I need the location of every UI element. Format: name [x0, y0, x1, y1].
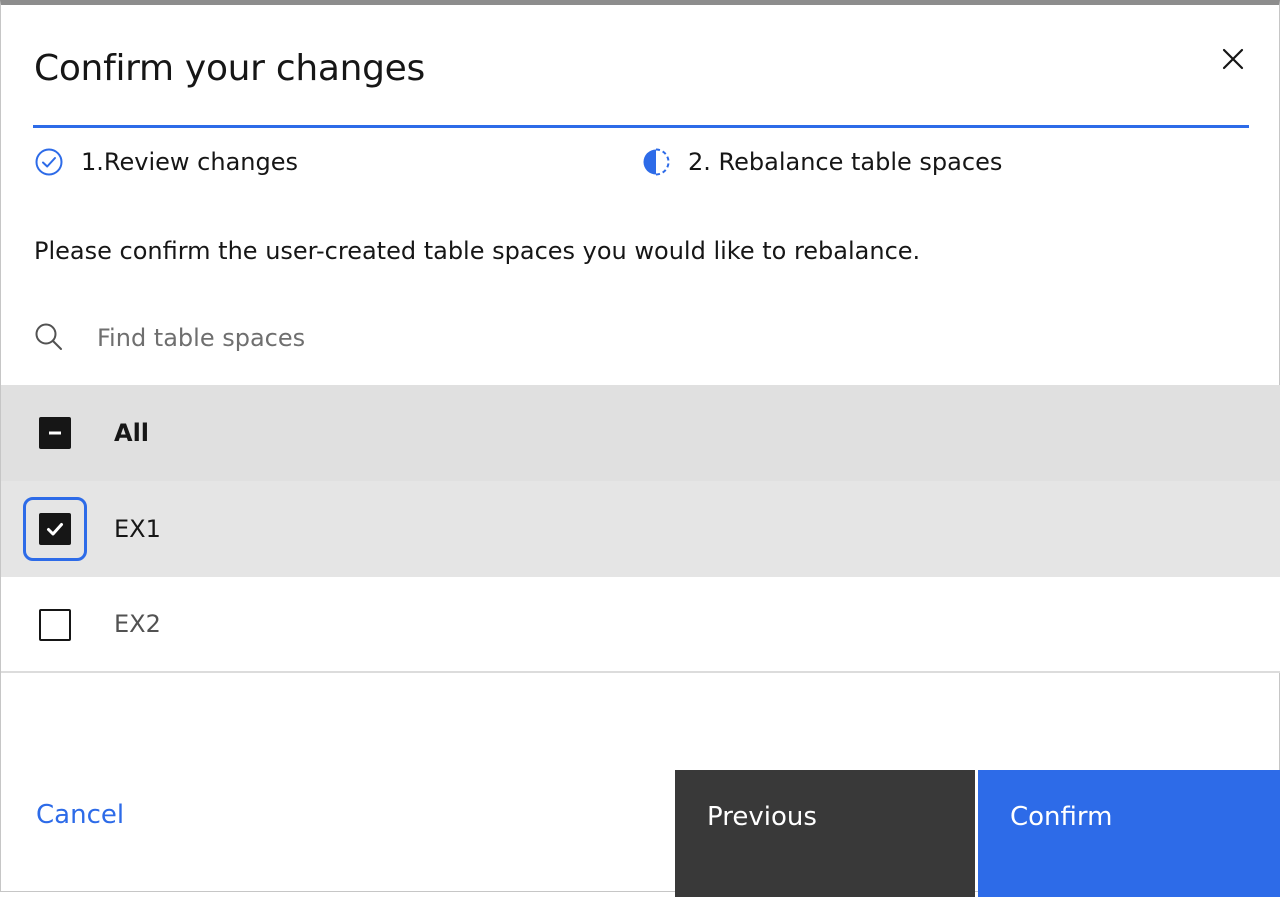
row-checkbox-ex1[interactable] [23, 497, 87, 561]
select-all-checkbox[interactable] [23, 401, 87, 465]
table-row[interactable]: EX1 [1, 481, 1280, 577]
previous-button[interactable]: Previous [675, 770, 975, 897]
confirm-button[interactable]: Confirm [978, 770, 1280, 897]
step-label: 1.Review changes [81, 148, 298, 176]
close-icon [1222, 48, 1244, 70]
row-checkbox-ex2[interactable] [23, 593, 87, 657]
cancel-button[interactable]: Cancel [36, 800, 124, 830]
search-icon [33, 321, 65, 353]
incomplete-half-circle-icon [641, 147, 671, 177]
checkmark-icon [47, 523, 63, 536]
progress-step-rebalance: 2. Rebalance table spaces [641, 145, 1002, 179]
modal-title: Confirm your changes [34, 48, 425, 89]
table-header-row: All [1, 385, 1280, 481]
indeterminate-checkbox-box [39, 417, 71, 449]
checked-checkbox-box [39, 513, 71, 545]
description-text: Please confirm the user-created table sp… [34, 237, 921, 265]
minus-icon [49, 431, 61, 435]
checkmark-outline-icon [34, 147, 64, 177]
step-label: 2. Rebalance table spaces [688, 148, 1003, 176]
confirm-changes-modal: Confirm your changes 1.Review changes 2.… [0, 0, 1280, 897]
table-row[interactable]: EX2 [1, 577, 1280, 673]
unchecked-checkbox-box [39, 609, 71, 641]
search-bar [1, 305, 1279, 373]
close-button[interactable] [1213, 39, 1253, 79]
progress-step-review[interactable]: 1.Review changes [34, 145, 298, 179]
progress-indicator-line [33, 125, 1249, 128]
select-all-label: All [114, 419, 150, 447]
row-label: EX2 [114, 610, 161, 638]
row-label: EX1 [114, 515, 161, 543]
modal-footer: Cancel Previous Confirm [1, 770, 1280, 897]
search-input[interactable] [97, 315, 1197, 361]
